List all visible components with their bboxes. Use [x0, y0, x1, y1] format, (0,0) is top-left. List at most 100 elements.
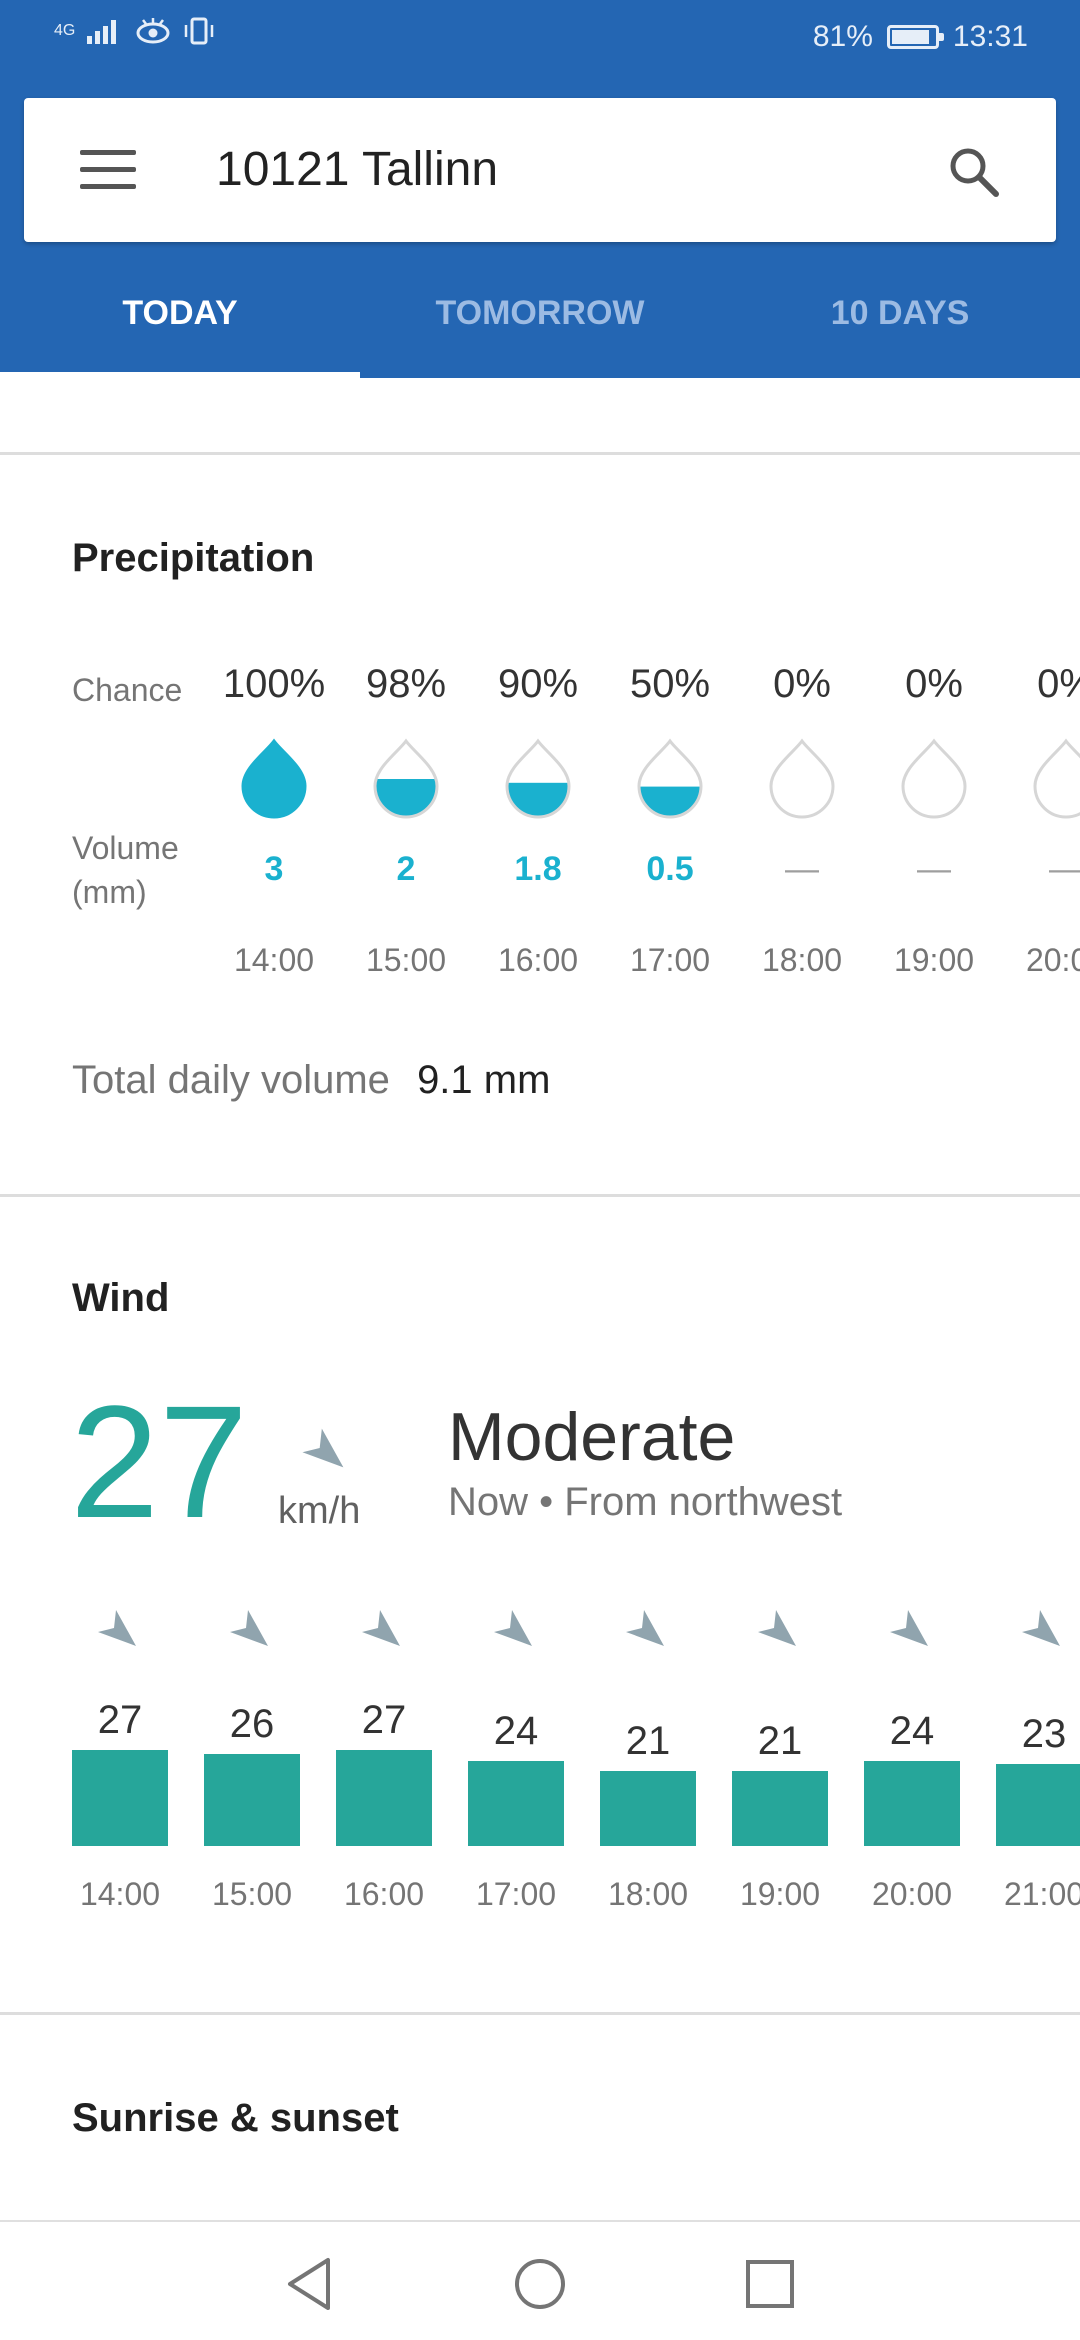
- precip-chance: 0%: [905, 662, 963, 706]
- total-daily-volume: Total daily volume 9.1 mm: [72, 1058, 550, 1103]
- precip-chance: 50%: [629, 662, 711, 706]
- wind-hour-speed: 24: [889, 1708, 935, 1753]
- wind-time: 21:00: [1003, 1876, 1080, 1912]
- precip-volume: 3: [264, 850, 284, 888]
- app-header: 4G 81% 13:31 10121 Tallinn TODAY TOMORRO…: [0, 0, 1080, 378]
- wind-bar: [732, 1771, 828, 1846]
- precip-time: 19:00: [893, 942, 975, 978]
- precip-volume: —: [917, 850, 951, 888]
- home-icon[interactable]: [510, 2254, 570, 2314]
- precip-time: 14:00: [233, 942, 315, 978]
- precip-volume: —: [1049, 850, 1080, 888]
- status-icons-left: 4G: [54, 16, 217, 46]
- divider: [0, 1194, 1080, 1197]
- wind-bar: [996, 1764, 1080, 1846]
- status-bar: 4G 81% 13:31: [0, 0, 1080, 72]
- vibrate-icon: [185, 17, 214, 45]
- sunrise-sunset-title: Sunrise & sunset: [72, 2096, 399, 2140]
- wind-direction-icon: [494, 1610, 532, 1646]
- precip-time: 18:00: [761, 942, 843, 978]
- precip-volume: 2: [396, 850, 416, 888]
- wind-time: 19:00: [739, 1876, 821, 1912]
- wind-direction-icon: [890, 1610, 928, 1646]
- wind-title: Wind: [72, 1276, 170, 1320]
- wind-bar: [864, 1760, 960, 1846]
- wind-unit: km/h: [278, 1490, 361, 1532]
- precip-volume: —: [785, 850, 819, 888]
- back-icon[interactable]: [280, 2254, 340, 2314]
- tab-today[interactable]: TODAY: [0, 272, 360, 378]
- wind-direction-icon: [98, 1610, 136, 1646]
- wind-direction-icon: [626, 1610, 664, 1646]
- wind-time: 16:00: [343, 1876, 425, 1912]
- precip-time: 15:00: [365, 942, 447, 978]
- search-bar[interactable]: 10121 Tallinn: [24, 98, 1056, 242]
- battery-percent: 81%: [812, 20, 873, 53]
- precip-chance: 90%: [497, 662, 579, 706]
- wind-hour-speed: 21: [757, 1719, 803, 1764]
- precip-chance: 100%: [222, 662, 326, 706]
- chance-label: Chance: [72, 672, 183, 708]
- battery-icon: [886, 25, 944, 49]
- tab-tomorrow[interactable]: TOMORROW: [360, 272, 720, 378]
- wind-hour-speed: 21: [625, 1719, 671, 1764]
- water-drop-icon: [637, 738, 703, 819]
- wind-direction-icon: [1022, 1610, 1060, 1646]
- water-drop-icon: [241, 738, 307, 819]
- wind-hour-speed: 27: [97, 1698, 143, 1743]
- water-drop-icon: [505, 738, 571, 819]
- wind-time: 18:00: [607, 1876, 689, 1912]
- search-icon[interactable]: [944, 142, 1004, 202]
- precip-chance: 0%: [1037, 662, 1080, 706]
- signal-icon: [87, 20, 117, 44]
- wind-time: 15:00: [211, 1876, 293, 1912]
- wind-direction-icon: [302, 1428, 344, 1468]
- recents-icon[interactable]: [740, 2254, 800, 2314]
- wind-direction-icon: [230, 1610, 268, 1646]
- wind-description: Moderate: [448, 1399, 736, 1475]
- wind-direction-icon: [758, 1610, 796, 1646]
- system-nav-bar: [0, 2220, 1080, 2340]
- wind-bar: [600, 1771, 696, 1846]
- precip-chance: 0%: [773, 662, 831, 706]
- precip-time: 20:00: [1025, 942, 1080, 978]
- wind-hour-speed: 23: [1021, 1712, 1067, 1757]
- precip-chance: 98%: [365, 662, 447, 706]
- network-label: 4G: [54, 22, 76, 39]
- wind-subtitle: Now • From northwest: [448, 1480, 843, 1524]
- tab-bar: TODAY TOMORROW 10 DAYS: [0, 272, 1080, 378]
- volume-unit-label: (mm): [72, 874, 147, 910]
- precipitation-title: Precipitation: [72, 536, 315, 580]
- menu-icon[interactable]: [80, 148, 136, 192]
- active-tab-indicator: [0, 372, 360, 378]
- total-label: Total daily volume: [72, 1058, 390, 1102]
- divider: [0, 452, 1080, 455]
- wind-time: 17:00: [475, 1876, 557, 1912]
- precip-volume: 0.5: [646, 850, 694, 888]
- eye-comfort-icon: [136, 18, 170, 44]
- wind-time: 14:00: [79, 1876, 161, 1912]
- wind-time: 20:00: [871, 1876, 953, 1912]
- precip-time: 17:00: [629, 942, 711, 978]
- precip-time: 16:00: [497, 942, 579, 978]
- volume-label: Volume: [72, 830, 179, 866]
- water-drop-icon: [901, 738, 967, 819]
- tab-10-days[interactable]: 10 DAYS: [720, 272, 1080, 378]
- location-search-input[interactable]: 10121 Tallinn: [216, 142, 498, 197]
- wind-speed: 27: [70, 1372, 248, 1551]
- clock: 13:31: [952, 20, 1028, 53]
- wind-hour-speed: 26: [229, 1701, 275, 1746]
- wind-hour-speed: 27: [361, 1698, 407, 1743]
- wind-bar: [336, 1750, 432, 1846]
- total-value: 9.1 mm: [417, 1058, 551, 1102]
- wind-bar: [72, 1750, 168, 1846]
- wind-bar: [204, 1753, 300, 1846]
- wind-direction-icon: [362, 1610, 400, 1646]
- wind-bar: [468, 1760, 564, 1846]
- water-drop-icon: [373, 738, 439, 819]
- status-icons-right: 81% 13:31: [813, 20, 1028, 54]
- precip-volume: 1.8: [514, 850, 562, 888]
- wind-hour-speed: 24: [493, 1708, 539, 1753]
- water-drop-icon: [769, 738, 835, 819]
- divider: [0, 2012, 1080, 2015]
